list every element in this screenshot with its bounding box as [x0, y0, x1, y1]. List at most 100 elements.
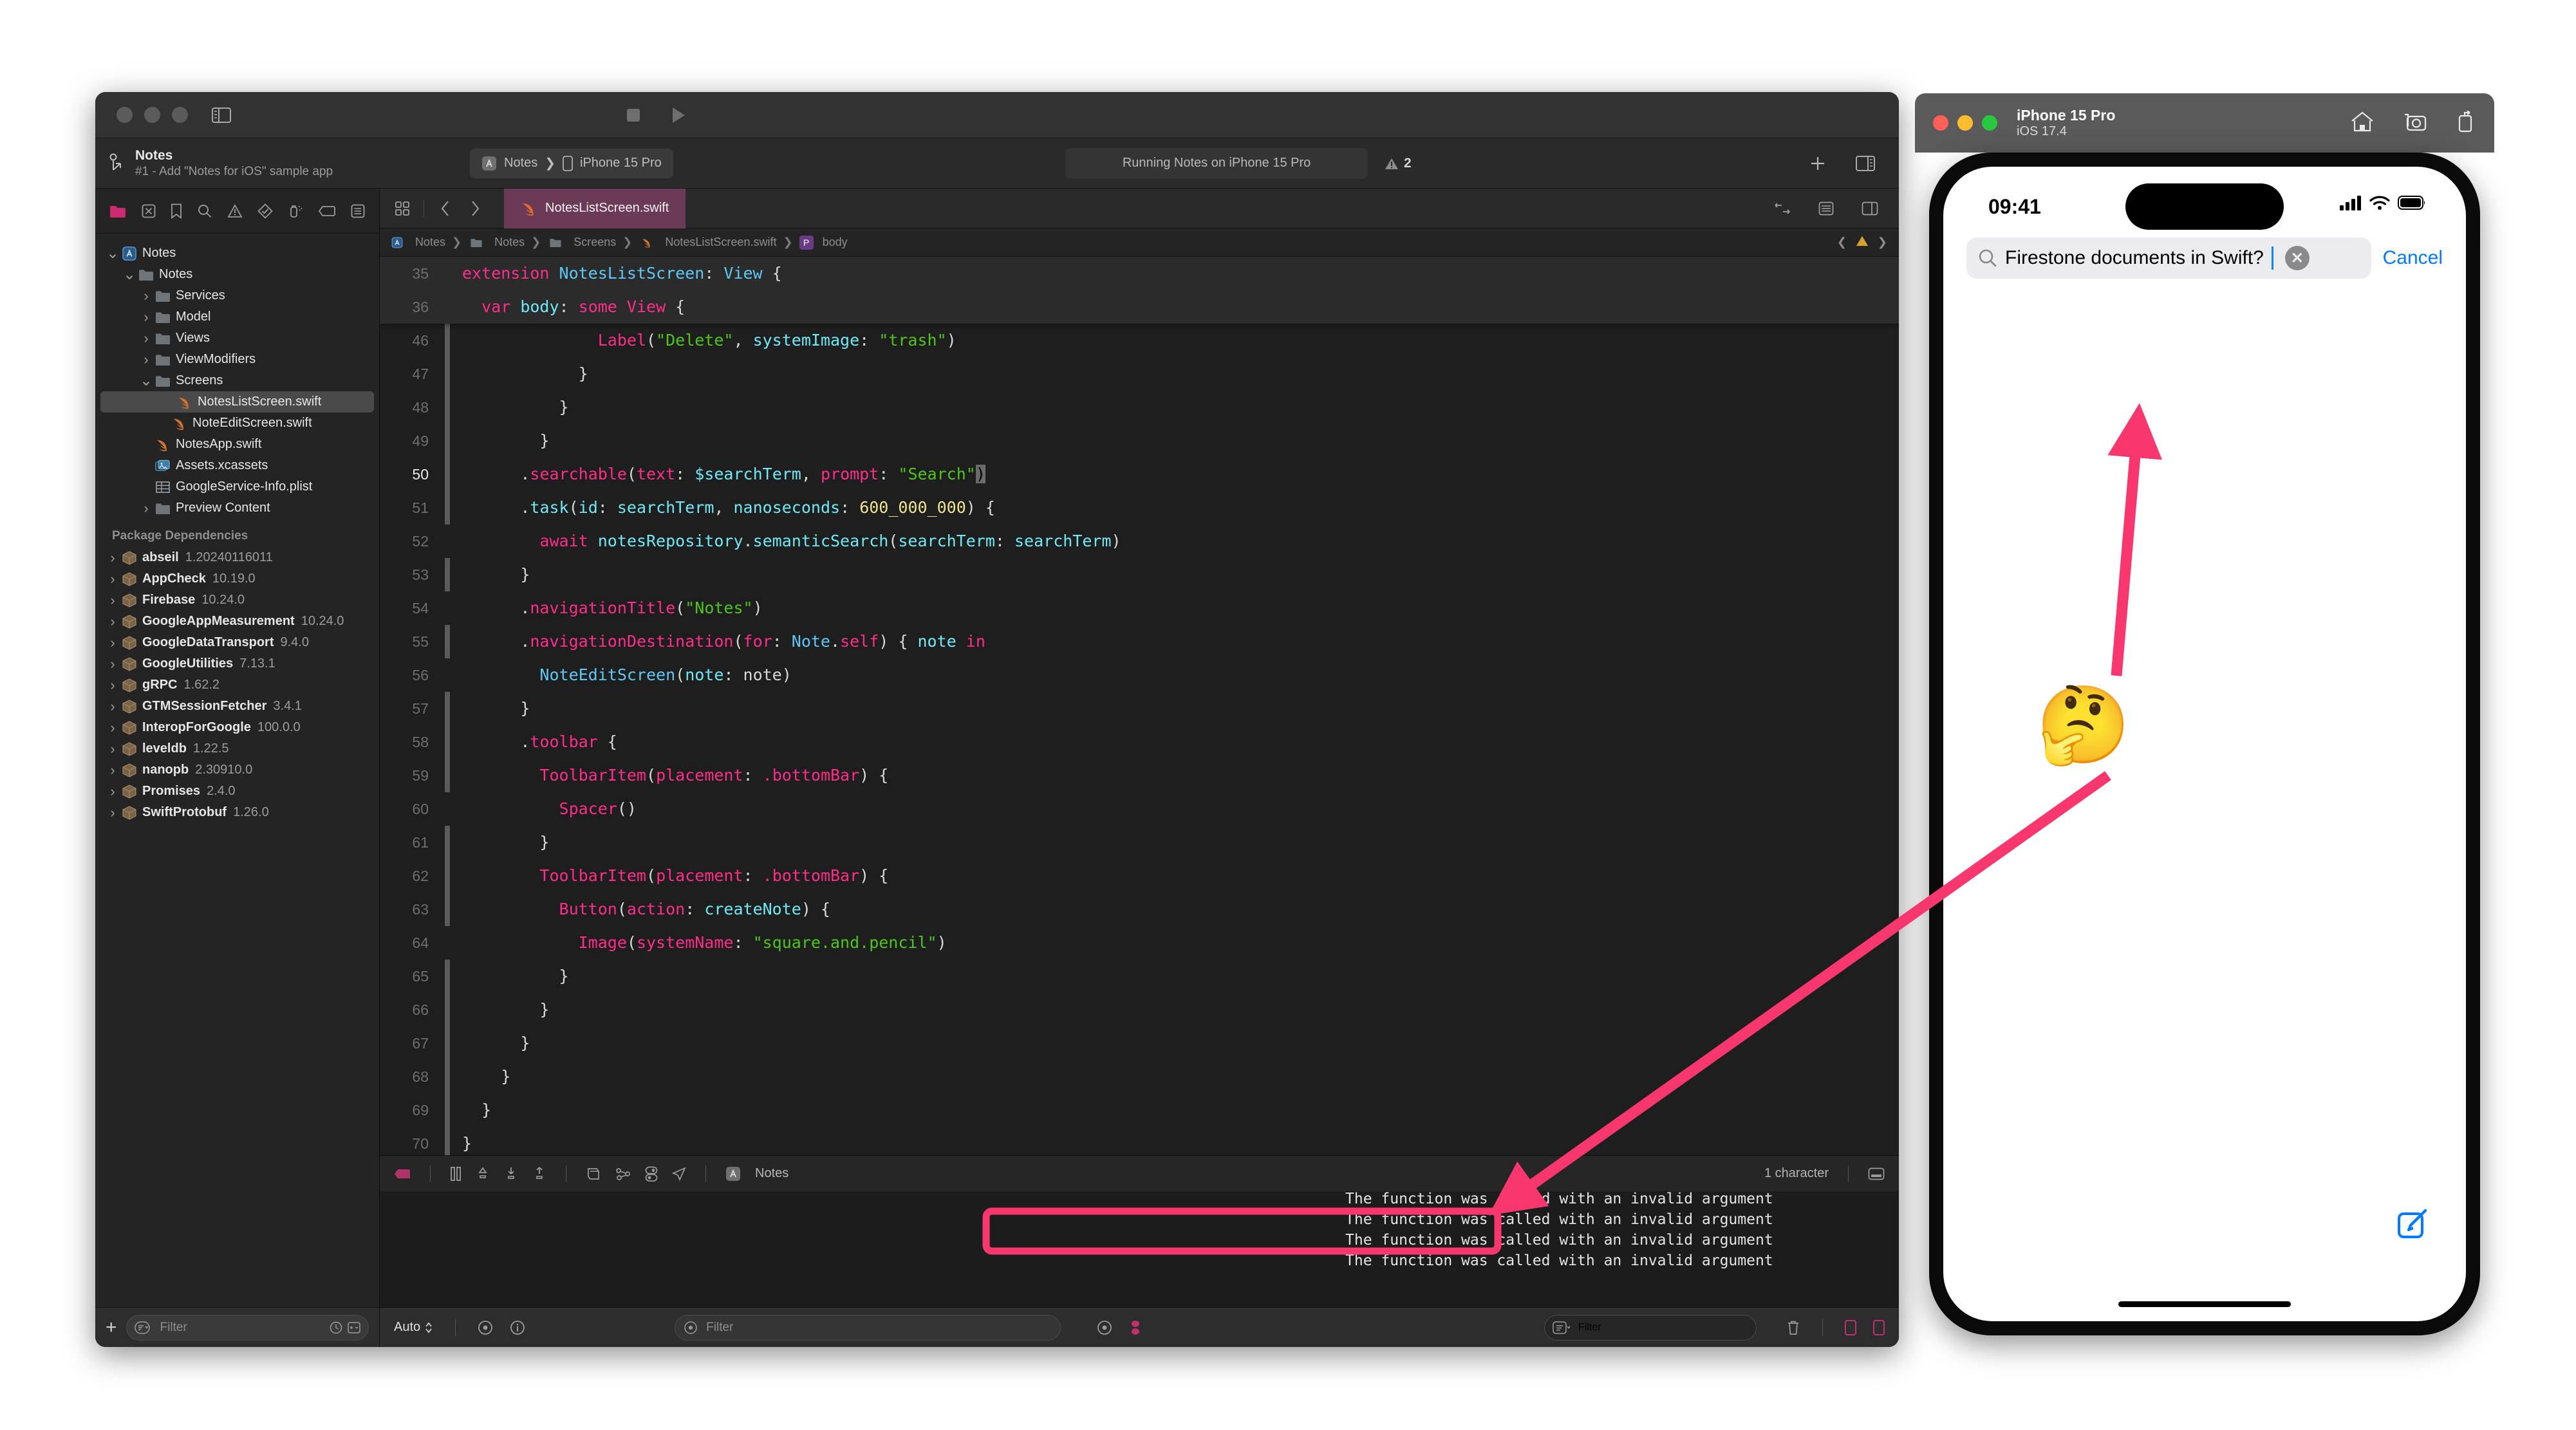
split-console-left-icon[interactable] — [1845, 1319, 1856, 1335]
navigator-item[interactable]: › Views — [95, 328, 379, 349]
code-fold-ribbon[interactable] — [443, 960, 452, 993]
package-item[interactable]: › InteropForGoogle 100.0.0 — [95, 717, 379, 738]
debug-console[interactable]: The function was called with an invalid … — [380, 1191, 1899, 1307]
breadcrumb-item[interactable]: body — [823, 236, 848, 249]
navigator-item[interactable]: ⌄ Screens — [95, 370, 379, 391]
code-lines[interactable]: 46 Label("Delete", systemImage: "trash")… — [380, 324, 1899, 1155]
code-line[interactable]: 59 ToolbarItem(placement: .bottomBar) { — [380, 759, 1899, 792]
code-line[interactable]: 56 NoteEditScreen(note: note) — [380, 658, 1899, 692]
navigator-item[interactable]: ⌄ Notes — [95, 264, 379, 285]
navigate-forward-button[interactable] — [462, 195, 489, 222]
debug-icon[interactable] — [288, 203, 304, 219]
assistant-editor-icon[interactable] — [1856, 195, 1883, 222]
code-fold-ribbon[interactable] — [443, 725, 452, 759]
package-item[interactable]: › Firebase 10.24.0 — [95, 590, 379, 611]
test-icon[interactable] — [257, 203, 273, 219]
pause-icon[interactable] — [450, 1166, 462, 1181]
code-fold-ribbon[interactable] — [443, 692, 452, 725]
step-over-icon[interactable] — [476, 1166, 490, 1181]
chevron-right-icon[interactable]: › — [138, 330, 154, 347]
inspector-toggle-icon[interactable] — [1851, 149, 1880, 178]
simulator-close-button[interactable] — [1933, 115, 1948, 131]
screenshot-icon[interactable] — [2403, 111, 2427, 136]
navigator-selector-bar[interactable] — [95, 189, 379, 234]
chevron-right-icon[interactable]: › — [104, 720, 121, 736]
package-item[interactable]: › nanopb 2.30910.0 — [95, 759, 379, 781]
add-editor-button[interactable] — [1804, 149, 1832, 178]
chevron-down-icon[interactable]: ⌄ — [138, 373, 154, 388]
code-fold-ribbon[interactable] — [443, 357, 452, 391]
chevron-down-icon[interactable]: ⌄ — [121, 266, 138, 282]
chevron-right-icon[interactable]: › — [138, 288, 154, 304]
warning-icon[interactable] — [227, 203, 243, 218]
chevron-right-icon[interactable]: › — [104, 677, 121, 694]
chevron-right-icon[interactable]: › — [138, 500, 154, 517]
navigator-item-selected[interactable]: NotesListScreen.swift — [100, 391, 374, 413]
breadcrumb-right-controls[interactable]: ❮ ❯ — [1837, 235, 1899, 250]
package-item[interactable]: › GTMSessionFetcher 3.4.1 — [95, 696, 379, 717]
chevron-right-icon[interactable]: › — [104, 613, 121, 630]
navigator-item[interactable]: ⌄ Notes — [95, 243, 379, 264]
chevron-down-icon[interactable]: ⌄ — [104, 245, 121, 261]
search-icon[interactable] — [198, 204, 212, 218]
package-item[interactable]: › GoogleDataTransport 9.4.0 — [95, 632, 379, 653]
code-line[interactable]: 57 } — [380, 692, 1899, 725]
navigate-back-button[interactable] — [432, 195, 459, 222]
chevron-right-icon[interactable]: › — [104, 804, 121, 821]
navigator-item[interactable]: NoteEditScreen.swift — [95, 413, 379, 434]
folder-icon[interactable] — [109, 204, 126, 218]
code-fold-ribbon[interactable] — [443, 993, 452, 1026]
modified-filter-icon[interactable] — [348, 1321, 360, 1334]
package-item[interactable]: › abseil 1.20240116011 — [95, 547, 379, 568]
navigator-tree[interactable]: ⌄ Notes ⌄ Notes › Services › Model › Views › ViewMo… — [95, 234, 379, 1307]
code-line[interactable]: 65 } — [380, 960, 1899, 993]
code-fold-ribbon[interactable] — [443, 324, 452, 357]
scheme-selector[interactable]: Notes #1 - Add "Notes for iOS" sample ap… — [95, 147, 456, 179]
code-fold-ribbon[interactable] — [443, 458, 452, 491]
code-line[interactable]: 46 Label("Delete", systemImage: "trash") — [380, 324, 1899, 357]
code-line[interactable]: 54 .navigationTitle("Notes") — [380, 591, 1899, 625]
code-line[interactable]: 36 var body: some View { — [380, 290, 1899, 324]
code-line[interactable]: 35 extension NotesListScreen: View { — [380, 257, 1899, 290]
code-fold-ribbon[interactable] — [443, 859, 452, 893]
simulator-minimize-button[interactable] — [1957, 115, 1973, 131]
chevron-right-icon[interactable]: › — [138, 351, 154, 368]
code-fold-ribbon[interactable] — [443, 625, 452, 658]
navigator-item[interactable]: Assets.xcassets — [95, 455, 379, 476]
code-line-current[interactable]: 50 .searchable(text: $searchTerm, prompt… — [380, 458, 1899, 491]
code-line[interactable]: 55 .navigationDestination(for: Note.self… — [380, 625, 1899, 658]
close-button[interactable] — [117, 107, 133, 123]
toggle-console-icon[interactable] — [1868, 1167, 1885, 1180]
simulator-traffic-lights[interactable] — [1933, 115, 1997, 131]
warning-badge[interactable]: 2 — [1385, 156, 1412, 171]
code-line[interactable]: 70} — [380, 1127, 1899, 1155]
minimap-toggle-icon[interactable] — [389, 195, 416, 222]
cancel-search-button[interactable]: Cancel — [2383, 247, 2443, 269]
package-item[interactable]: › AppCheck 10.19.0 — [95, 568, 379, 590]
package-item[interactable]: › gRPC 1.62.2 — [95, 674, 379, 696]
run-icon[interactable] — [664, 101, 693, 129]
split-console-right-icon[interactable] — [1873, 1319, 1885, 1335]
breadcrumb-item[interactable]: Notes — [415, 236, 445, 249]
code-line[interactable]: 69 } — [380, 1093, 1899, 1127]
rotate-icon[interactable] — [2456, 109, 2476, 136]
zoom-button[interactable] — [172, 107, 188, 123]
compose-icon[interactable] — [2396, 1207, 2430, 1244]
search-input[interactable]: Firestone documents in Swift? ✕ — [1966, 237, 2371, 279]
chevron-right-icon[interactable]: › — [104, 571, 121, 588]
package-item[interactable]: › SwiftProtobuf 1.26.0 — [95, 802, 379, 823]
navigator-item[interactable]: NotesApp.swift — [95, 434, 379, 455]
environment-overrides-toggle-icon[interactable] — [1129, 1319, 1142, 1336]
editor-file-tab[interactable]: NotesListScreen.swift — [504, 188, 686, 228]
code-fold-ribbon[interactable] — [443, 1093, 452, 1127]
breadcrumb-item[interactable]: NotesListScreen.swift — [665, 236, 776, 249]
trash-icon[interactable] — [1786, 1320, 1800, 1335]
chevron-right-icon[interactable]: › — [138, 309, 154, 326]
code-line[interactable]: 68 } — [380, 1060, 1899, 1093]
step-into-icon[interactable] — [504, 1167, 518, 1181]
home-icon[interactable] — [2350, 111, 2375, 136]
code-line[interactable]: 51 .task(id: searchTerm, nanoseconds: 60… — [380, 491, 1899, 525]
ios-search-bar[interactable]: Firestone documents in Swift? ✕ Cancel — [1943, 231, 2466, 279]
package-item[interactable]: › leveldb 1.22.5 — [95, 738, 379, 759]
chevron-right-icon[interactable]: › — [104, 698, 121, 715]
